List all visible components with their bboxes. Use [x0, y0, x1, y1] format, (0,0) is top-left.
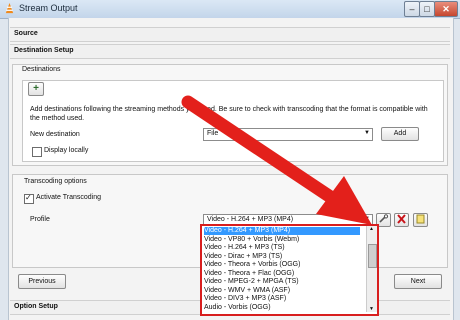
- profile-option[interactable]: Video - VP80 + Vorbis (Webm): [204, 236, 299, 244]
- profile-option[interactable]: Video - H.264 + MP3 (TS): [204, 244, 285, 252]
- profile-option[interactable]: Audio - Vorbis (OGG): [204, 304, 271, 312]
- profile-option[interactable]: Video - Theora + Vorbis (OGG): [204, 261, 300, 269]
- scroll-up-icon[interactable]: ▲: [369, 226, 374, 232]
- profile-dropdown-list: Video - H.264 + MP3 (MP4) Video - VP80 + …: [200, 224, 379, 316]
- profile-option[interactable]: Video - DIV3 + MP3 (ASF): [204, 295, 286, 303]
- dropdown-scrollbar[interactable]: ▲ ▼: [366, 226, 377, 312]
- profile-option[interactable]: Video - H.264 + MP3 (MP4): [204, 227, 360, 236]
- profile-option[interactable]: Video - WMV + WMA (ASF): [204, 287, 290, 295]
- profile-option[interactable]: Video - Dirac + MP3 (TS): [204, 253, 282, 261]
- profile-option[interactable]: Video - Theora + Flac (OGG): [204, 270, 294, 278]
- scrollbar-thumb[interactable]: [368, 244, 377, 268]
- profile-option[interactable]: Video - MPEG-2 + MPGA (TS): [204, 278, 299, 286]
- scroll-down-icon[interactable]: ▼: [369, 306, 374, 312]
